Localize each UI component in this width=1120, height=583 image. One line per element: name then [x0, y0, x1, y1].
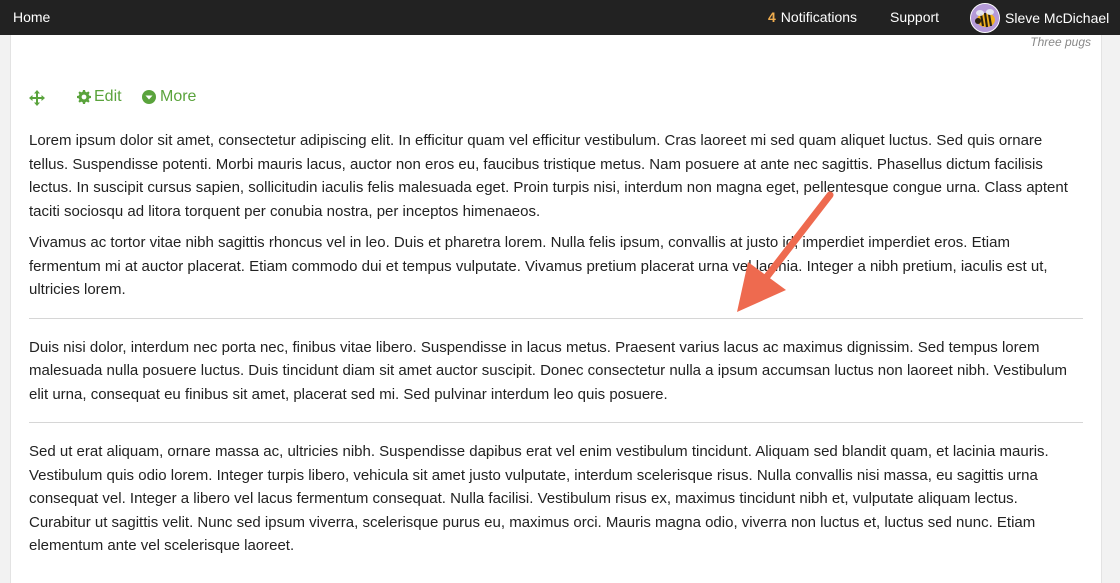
- paragraph: Duis nisi dolor, interdum nec porta nec,…: [29, 338, 1068, 403]
- gear-icon: [77, 90, 91, 104]
- chevron-down-circle-icon: [142, 90, 156, 104]
- edit-button[interactable]: Edit: [77, 88, 122, 106]
- edit-label: Edit: [94, 88, 122, 105]
- notifications-label: Notifications: [780, 9, 858, 25]
- home-link[interactable]: Home: [13, 9, 50, 25]
- top-navigation-bar: Home 4 Notifications Support Sleve McDich…: [0, 0, 1120, 35]
- section-divider: [29, 422, 1083, 423]
- more-label: More: [160, 88, 197, 105]
- user-name: Sleve McDichael: [1005, 9, 1110, 26]
- content-panel: Three pugs Edit More Lorem ipsum dolor s…: [10, 35, 1102, 583]
- article-body: Lorem ipsum dolor sit amet, consectetur …: [29, 129, 1083, 566]
- paragraph: Vivamus ac tortor vitae nibh sagittis rh…: [29, 234, 1048, 298]
- bee-avatar-icon: [970, 2, 1000, 33]
- more-button[interactable]: More: [142, 88, 196, 106]
- paragraph: Lorem ipsum dolor sit amet, consectetur …: [29, 132, 1068, 220]
- notifications-count: 4: [768, 9, 776, 25]
- paragraph: Sed ut erat aliquam, ornare massa ac, ul…: [29, 443, 1049, 554]
- image-caption: Three pugs: [1030, 35, 1091, 49]
- section-divider: [29, 317, 1083, 319]
- user-menu[interactable]: Sleve McDichael: [970, 2, 1109, 33]
- move-arrows-icon: [29, 90, 45, 106]
- move-button[interactable]: [29, 90, 45, 106]
- support-link[interactable]: Support: [890, 9, 939, 25]
- notifications-link[interactable]: 4 Notifications: [768, 9, 857, 25]
